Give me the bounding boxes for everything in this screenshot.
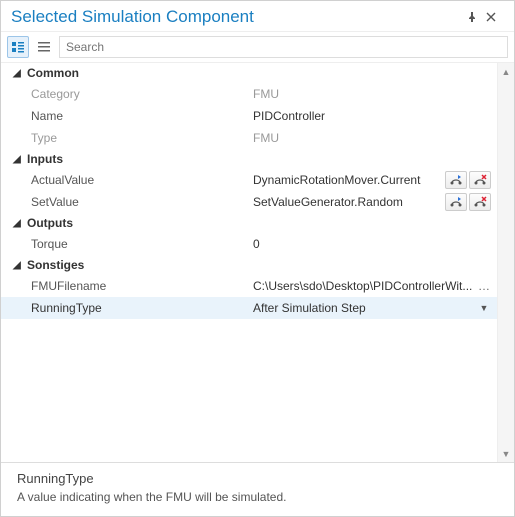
prop-value: PIDController (253, 109, 497, 123)
group-inputs[interactable]: ◢ Inputs (1, 149, 497, 169)
prop-label: Torque (1, 237, 249, 251)
categorized-view-icon[interactable] (7, 36, 29, 58)
prop-type[interactable]: Type FMU (1, 127, 497, 149)
group-label: Outputs (27, 216, 73, 230)
prop-fmufilename[interactable]: FMUFilename C:\Users\sdo\Desktop\PIDCont… (1, 275, 497, 297)
close-icon[interactable] (486, 12, 506, 22)
caret-down-icon: ◢ (13, 218, 27, 229)
description-title: RunningType (17, 471, 502, 486)
prop-value: After Simulation Step (253, 301, 477, 315)
caret-down-icon: ◢ (13, 260, 27, 271)
scroll-down-icon[interactable]: ▼ (498, 445, 514, 462)
group-outputs[interactable]: ◢ Outputs (1, 213, 497, 233)
prop-label: ActualValue (1, 173, 249, 187)
prop-label: Name (1, 109, 249, 123)
panel-title: Selected Simulation Component (11, 7, 466, 27)
prop-value: DynamicRotationMover.Current (253, 173, 445, 187)
prop-torque[interactable]: Torque 0 (1, 233, 497, 255)
unlink-signal-button[interactable] (469, 193, 491, 211)
group-label: Common (27, 66, 79, 80)
caret-down-icon: ◢ (13, 154, 27, 165)
prop-label: FMUFilename (1, 279, 249, 293)
dropdown-arrow-icon[interactable]: ▼ (477, 303, 497, 313)
browse-button[interactable]: … (477, 279, 497, 293)
group-label: Inputs (27, 152, 63, 166)
vertical-scrollbar[interactable]: ▲ ▼ (497, 63, 514, 462)
pin-icon[interactable] (466, 11, 486, 23)
prop-label: RunningType (1, 301, 249, 315)
prop-value: FMU (253, 131, 497, 145)
prop-label: Type (1, 131, 249, 145)
scroll-up-icon[interactable]: ▲ (498, 63, 514, 80)
prop-value: FMU (253, 87, 497, 101)
group-common[interactable]: ◢ Common (1, 63, 497, 83)
description-text: A value indicating when the FMU will be … (17, 490, 502, 504)
property-grid: ◢ Common Category FMU Name PIDController… (1, 63, 497, 462)
prop-value: C:\Users\sdo\Desktop\PIDControllerWit... (253, 279, 477, 293)
prop-value: 0 (253, 237, 497, 251)
unlink-signal-button[interactable] (469, 171, 491, 189)
prop-category[interactable]: Category FMU (1, 83, 497, 105)
prop-runningtype[interactable]: RunningType After Simulation Step ▼ (1, 297, 497, 319)
group-sonstiges[interactable]: ◢ Sonstiges (1, 255, 497, 275)
prop-actualvalue[interactable]: ActualValue DynamicRotationMover.Current (1, 169, 497, 191)
caret-down-icon: ◢ (13, 68, 27, 79)
prop-label: Category (1, 87, 249, 101)
group-label: Sonstiges (27, 258, 84, 272)
description-panel: RunningType A value indicating when the … (1, 462, 514, 516)
prop-setvalue[interactable]: SetValue SetValueGenerator.Random (1, 191, 497, 213)
link-signal-button[interactable] (445, 193, 467, 211)
prop-name[interactable]: Name PIDController (1, 105, 497, 127)
prop-value: SetValueGenerator.Random (253, 195, 445, 209)
search-input[interactable] (59, 36, 508, 58)
prop-label: SetValue (1, 195, 249, 209)
link-signal-button[interactable] (445, 171, 467, 189)
alphabetical-view-icon[interactable] (33, 36, 55, 58)
